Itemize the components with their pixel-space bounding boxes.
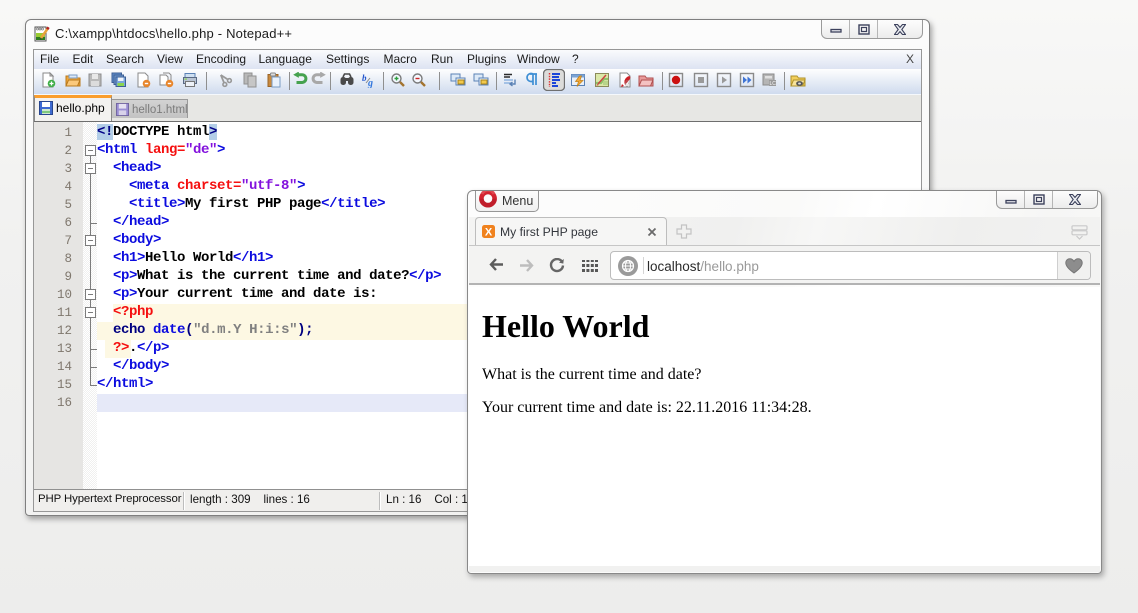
svg-text:g: g [367, 78, 373, 88]
svg-text:b: b [362, 73, 367, 83]
svg-text:{}: {} [625, 81, 629, 87]
svg-text:X: X [485, 227, 493, 239]
svg-text:LC: LC [770, 81, 777, 87]
